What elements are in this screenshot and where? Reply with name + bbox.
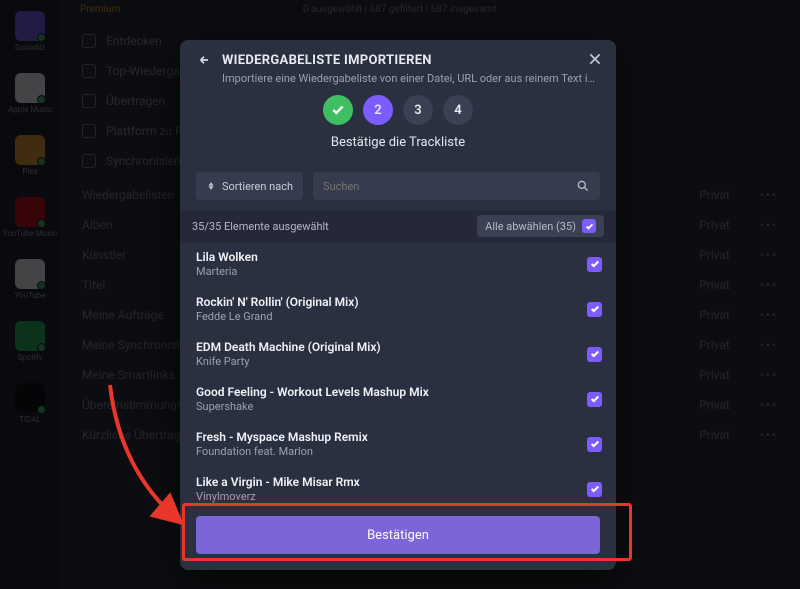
track-title: Rockin' N' Rollin' (Original Mix) (196, 295, 587, 309)
step-title: Bestätige die Trackliste (196, 135, 600, 150)
deselect-all-button[interactable]: Alle abwählen (35) (477, 215, 604, 237)
track-row[interactable]: Good Feeling - Workout Levels Mashup Mix… (180, 377, 616, 422)
track-row[interactable]: Rockin' N' Rollin' (Original Mix)Fedde L… (180, 287, 616, 332)
track-checkbox[interactable] (587, 392, 602, 407)
selection-count: 35/35 Elemente ausgewählt (192, 220, 329, 233)
track-row[interactable]: Lila WolkenMarteria (180, 242, 616, 287)
track-title: Lila Wolken (196, 250, 587, 264)
confirm-button[interactable]: Bestätigen (196, 516, 600, 554)
track-artist: Fedde Le Grand (196, 310, 587, 323)
deselect-checkbox (582, 219, 596, 233)
sort-button[interactable]: Sortieren nach (196, 172, 303, 200)
step-2: 2 (363, 95, 393, 125)
modal-title: WIEDERGABELISTE IMPORTIEREN (222, 53, 432, 68)
track-checkbox[interactable] (587, 257, 602, 272)
track-checkbox[interactable] (587, 302, 602, 317)
step-1 (323, 95, 353, 125)
track-list[interactable]: Lila WolkenMarteriaRockin' N' Rollin' (O… (180, 242, 616, 504)
track-artist: Marteria (196, 265, 587, 278)
search-input[interactable] (323, 172, 576, 200)
search-input-wrap[interactable] (313, 172, 600, 200)
track-title: Fresh - Myspace Mashup Remix (196, 430, 587, 444)
track-row[interactable]: EDM Death Machine (Original Mix)Knife Pa… (180, 332, 616, 377)
modal-subtitle: Importiere eine Wiedergabeliste von eine… (222, 72, 600, 85)
back-icon[interactable] (196, 52, 212, 68)
track-artist: Foundation feat. Marlon (196, 445, 587, 458)
step-4: 4 (443, 95, 473, 125)
step-3: 3 (403, 95, 433, 125)
track-artist: Supershake (196, 400, 587, 413)
import-modal: WIEDERGABELISTE IMPORTIEREN Importiere e… (180, 40, 616, 570)
track-artist: Knife Party (196, 355, 587, 368)
track-title: Good Feeling - Workout Levels Mashup Mix (196, 385, 587, 399)
track-title: EDM Death Machine (Original Mix) (196, 340, 587, 354)
track-title: Like a Virgin - Mike Misar Rmx (196, 475, 587, 489)
search-icon (576, 179, 590, 193)
close-icon[interactable] (588, 52, 602, 66)
track-row[interactable]: Fresh - Myspace Mashup RemixFoundation f… (180, 422, 616, 467)
track-checkbox[interactable] (587, 347, 602, 362)
track-row[interactable]: Like a Virgin - Mike Misar RmxVinylmover… (180, 467, 616, 504)
track-checkbox[interactable] (587, 482, 602, 497)
track-artist: Vinylmoverz (196, 490, 587, 503)
track-checkbox[interactable] (587, 437, 602, 452)
sort-icon (206, 181, 216, 191)
step-indicator: 2 3 4 (196, 95, 600, 125)
